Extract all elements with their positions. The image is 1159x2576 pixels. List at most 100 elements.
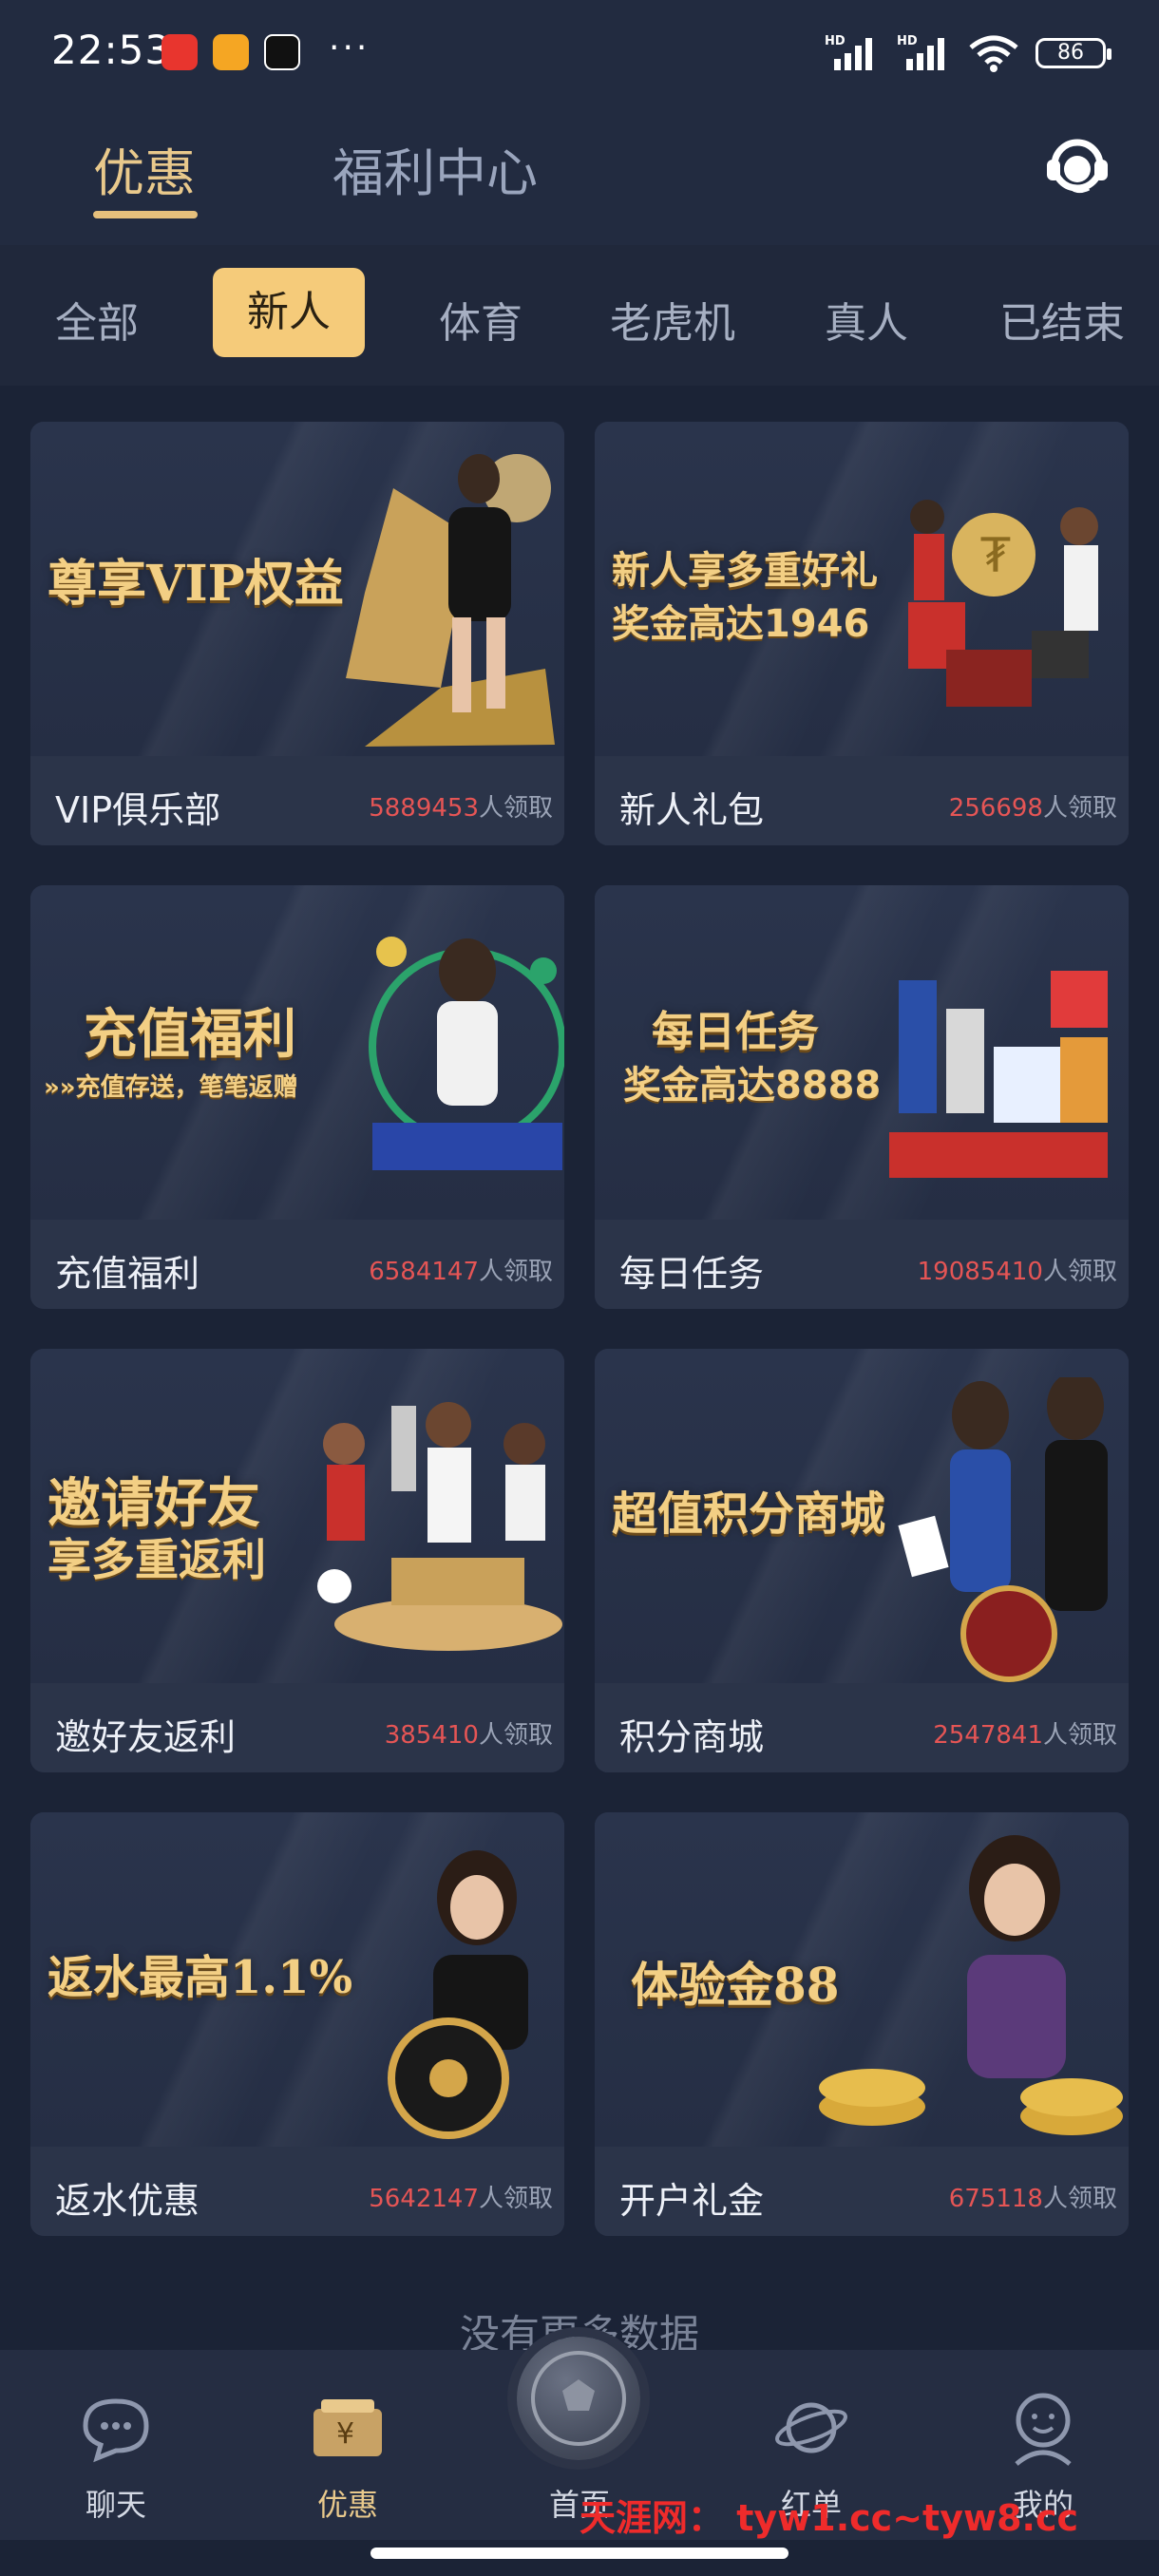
promo-card-points-mall[interactable]: 超值积分商城 积分商城 2547841人领取 — [595, 1349, 1129, 1772]
claim-count-value: 256698 — [948, 794, 1043, 823]
nav-red-slip[interactable]: 红单 — [745, 2378, 878, 2523]
deposit-art — [369, 937, 564, 1170]
signal-icon: HD — [825, 34, 880, 70]
category-bar: 全部 新人 体育 老虎机 真人 已结束 — [0, 245, 1159, 386]
category-ended[interactable]: 已结束 — [999, 289, 1125, 350]
tab-welfare-center[interactable]: 福利中心 — [332, 131, 538, 206]
category-sports[interactable]: 体育 — [439, 289, 522, 350]
claim-count-value: 6584147 — [369, 1258, 479, 1286]
promo-card-signup-bonus[interactable]: 体验金88 开户礼金 675118人领取 — [595, 1812, 1129, 2236]
card-footer: 开户礼金 675118人领取 — [595, 2147, 1129, 2236]
status-time: 22:53 — [51, 27, 172, 73]
claim-count-suffix: 人领取 — [478, 794, 553, 823]
top-nav: 优惠 福利中心 — [0, 104, 1159, 245]
claim-count: 5642147人领取 — [369, 2179, 553, 2214]
banner-title: 尊享VIP权益 — [48, 555, 344, 613]
card-name: 充值福利 — [55, 1253, 200, 1295]
card-footer: 每日任务 19085410人领取 — [595, 1220, 1129, 1309]
category-live[interactable]: 真人 — [825, 289, 908, 350]
promo-banner: 体验金88 — [595, 1812, 1129, 2147]
banner-title: 充值福利 — [84, 1003, 296, 1066]
claim-count-suffix: 人领取 — [1042, 2185, 1117, 2213]
claim-count: 385410人领取 — [385, 1715, 553, 1751]
promo-banner: 尊享VIP权益 — [30, 422, 564, 756]
tab-offers[interactable]: 优惠 — [93, 131, 196, 206]
category-slots[interactable]: 老虎机 — [610, 289, 735, 350]
promo-card-vip[interactable]: 尊享VIP权益 VIP俱乐部 5889453人领取 — [30, 422, 564, 845]
banner-title: 返水最高1.1% — [48, 1951, 353, 2004]
category-newcomer[interactable]: 新人 — [213, 268, 365, 357]
promo-banner: 返水最高1.1% — [30, 1812, 564, 2147]
ticket-icon: ¥ — [314, 2399, 382, 2456]
banner-subtitle: 享多重返利 — [48, 1534, 266, 1585]
claim-count-suffix: 人领取 — [1042, 794, 1117, 823]
promo-banner: 超值积分商城 — [595, 1349, 1129, 1683]
football-players-art — [317, 1402, 562, 1651]
banner-subtitle: 奖金高达1946 — [612, 602, 870, 646]
promo-card-invite[interactable]: 邀请好友 享多重返利 邀好友返利 385410人领取 — [30, 1349, 564, 1772]
banner-title: 超值积分商城 — [612, 1487, 886, 1541]
claim-count-suffix: 人领取 — [478, 1258, 553, 1286]
nav-profile[interactable]: 我的 — [977, 2378, 1110, 2523]
claim-count: 19085410人领取 — [918, 1252, 1117, 1287]
nav-label: 优惠 — [316, 2487, 378, 2523]
wifi-icon — [969, 35, 1018, 72]
gold-coins-model-art — [819, 1835, 1123, 2135]
home-indicator[interactable] — [370, 2548, 788, 2559]
card-name: 积分商城 — [619, 1716, 765, 1758]
card-name: 邀好友返利 — [55, 1716, 237, 1758]
notification-app-icon — [213, 34, 249, 70]
claim-count-value: 5642147 — [369, 2185, 479, 2213]
card-name: 开户礼金 — [619, 2180, 765, 2222]
notification-app-icon — [162, 34, 198, 70]
claim-count-suffix: 人领取 — [1042, 1721, 1117, 1750]
vip-trophy-art — [346, 454, 555, 747]
claim-count-value: 385410 — [384, 1721, 479, 1750]
claim-count: 2547841人领取 — [933, 1715, 1117, 1751]
banner-title: 新人享多重好礼 — [612, 548, 878, 593]
customer-service-icon[interactable] — [1041, 127, 1113, 199]
svg-text:₮: ₮ — [980, 528, 1011, 583]
card-name: VIP俱乐部 — [55, 789, 221, 831]
profile-icon — [1015, 2393, 1072, 2466]
roulette-model-art — [388, 1850, 528, 2139]
card-footer: VIP俱乐部 5889453人领取 — [30, 756, 564, 845]
claim-count-suffix: 人领取 — [1042, 1258, 1117, 1286]
promo-banner: 每日任务 奖金高达8888 — [595, 885, 1129, 1220]
notification-app-icon — [264, 34, 300, 70]
prizes-art — [889, 971, 1108, 1178]
promo-banner: 充值福利 »»充值存送，笔笔返赠 — [30, 885, 564, 1220]
gifts-art: ₮ — [908, 500, 1098, 707]
claim-count-suffix: 人领取 — [478, 1721, 553, 1750]
svg-text:¥: ¥ — [336, 2417, 354, 2451]
active-tab-indicator — [93, 211, 198, 218]
card-footer: 新人礼包 256698人领取 — [595, 756, 1129, 845]
claim-count: 5889453人领取 — [369, 788, 553, 824]
nav-label: 聊天 — [85, 2487, 146, 2523]
chat-icon — [83, 2398, 149, 2463]
card-name: 返水优惠 — [55, 2180, 200, 2222]
promo-card-new-user[interactable]: 新人享多重好礼 奖金高达1946 ₮ 新人礼包 256698人领取 — [595, 422, 1129, 845]
watermark-text: 天涯网： tyw1.cc~tyw8.cc — [580, 2497, 1079, 2539]
signal-icon: HD — [897, 34, 952, 70]
casino-hosts-art — [898, 1377, 1108, 1682]
promo-card-rebate[interactable]: 返水最高1.1% 返水优惠 5642147人领取 — [30, 1812, 564, 2236]
nav-offers[interactable]: ¥ 优惠 — [281, 2378, 414, 2523]
card-name: 新人礼包 — [619, 789, 765, 831]
category-all[interactable]: 全部 — [55, 289, 139, 350]
promo-banner: 邀请好友 享多重返利 — [30, 1349, 564, 1683]
card-footer: 返水优惠 5642147人领取 — [30, 2147, 564, 2236]
football-icon — [517, 2337, 640, 2460]
card-name: 每日任务 — [619, 1253, 765, 1295]
nav-chat[interactable]: 聊天 — [49, 2378, 182, 2523]
promo-card-deposit[interactable]: 充值福利 »»充值存送，笔笔返赠 充值福利 6584147人领取 — [30, 885, 564, 1309]
claim-count-value: 675118 — [948, 2185, 1043, 2213]
claim-count-suffix: 人领取 — [478, 2185, 553, 2213]
claim-count-value: 2547841 — [933, 1721, 1043, 1750]
banner-title: 每日任务 — [652, 1008, 819, 1056]
claim-count-value: 19085410 — [917, 1258, 1043, 1286]
claim-count: 675118人领取 — [949, 2179, 1117, 2214]
promo-card-daily-task[interactable]: 每日任务 奖金高达8888 每日任务 19085410人领取 — [595, 885, 1129, 1309]
claim-count: 6584147人领取 — [369, 1252, 553, 1287]
claim-count-value: 5889453 — [369, 794, 479, 823]
